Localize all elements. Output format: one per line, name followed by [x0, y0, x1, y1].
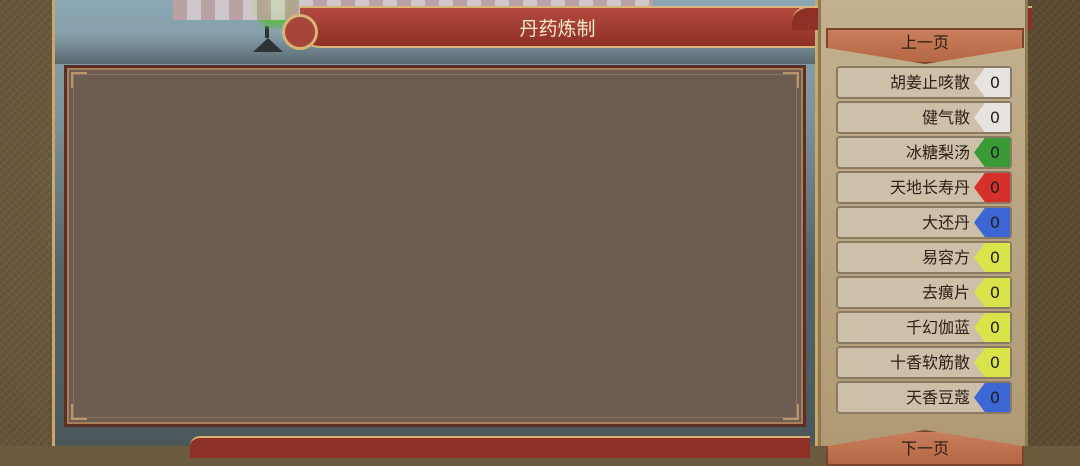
item-name: 胡姜止咳散 — [889, 73, 970, 92]
list-item[interactable]: 胡姜止咳散 0 — [836, 66, 1012, 99]
list-item[interactable]: 大还丹 0 — [836, 206, 1012, 239]
corner-ornament-icon — [783, 72, 799, 88]
list-item[interactable]: 十香软筋散 0 — [836, 346, 1012, 379]
item-name: 去癀片 — [921, 283, 970, 302]
list-item[interactable]: 易容方 0 — [836, 241, 1012, 274]
list-item[interactable]: 去癀片 0 — [836, 276, 1012, 309]
content-panel — [64, 65, 806, 427]
list-item[interactable]: 健气散 0 — [836, 101, 1012, 134]
list-item[interactable]: 天香豆蔻 0 — [836, 381, 1012, 414]
corner-ornament-icon — [71, 72, 87, 88]
corner-ornament-icon — [71, 404, 87, 420]
title-bar: 丹药炼制 — [282, 6, 815, 50]
item-name: 天香豆蔻 — [905, 388, 970, 407]
item-name: 易容方 — [921, 248, 970, 267]
bottom-tab — [190, 436, 810, 458]
item-name: 大还丹 — [921, 213, 970, 232]
item-name: 冰糖梨汤 — [905, 143, 970, 162]
corner-ornament-icon — [783, 404, 799, 420]
item-name: 健气散 — [921, 108, 970, 127]
list-item[interactable]: 天地长寿丹 0 — [836, 171, 1012, 204]
item-name: 天地长寿丹 — [889, 178, 970, 197]
item-name: 千幻伽蓝 — [905, 318, 970, 337]
list-item[interactable]: 千幻伽蓝 0 — [836, 311, 1012, 344]
list-item[interactable]: 冰糖梨汤 0 — [836, 136, 1012, 169]
pagoda-icon — [253, 26, 283, 56]
item-list: 胡姜止咳散 0 健气散 0 冰糖梨汤 0 天地长寿丹 0 大还丹 0 易容方 0… — [836, 66, 1012, 416]
page-title: 丹药炼制 — [519, 18, 596, 40]
item-name: 十香软筋散 — [889, 353, 970, 372]
